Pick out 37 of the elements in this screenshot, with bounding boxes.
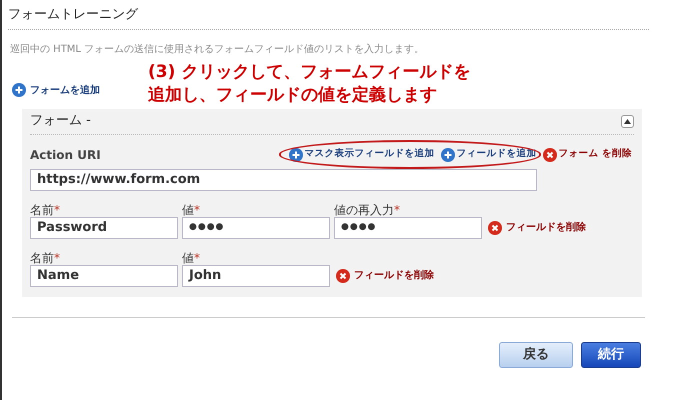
required-mark: * <box>194 202 200 216</box>
remove-form-link[interactable]: フォーム を削除 <box>558 147 632 162</box>
collapse-button[interactable] <box>621 114 634 128</box>
required-mark: * <box>194 250 200 264</box>
remove-field-link[interactable]: フィールドを削除 <box>506 220 586 235</box>
input-field[interactable]: John <box>182 264 330 286</box>
plus-icon <box>288 148 303 162</box>
required-mark: * <box>394 202 400 216</box>
field-label: 名前 <box>30 250 54 264</box>
back-button[interactable]: 戻る <box>499 342 573 368</box>
page-title: フォームトレーニング <box>8 5 649 30</box>
action-uri-label: Action URI <box>30 146 101 164</box>
field-label: 値 <box>182 250 194 264</box>
remove-icon <box>488 220 502 234</box>
required-mark: * <box>54 250 60 264</box>
input-field[interactable]: Name <box>30 264 178 286</box>
password-field[interactable]: ●●●● <box>334 216 482 238</box>
annotation-text: (3) クリックして、フォームフィールドを <box>148 60 470 84</box>
field-label: 名前 <box>30 202 54 216</box>
action-uri-field[interactable]: https://www.form.com <box>30 168 537 190</box>
add-form-link[interactable]: フォームを追加 <box>30 82 100 98</box>
input-field[interactable]: Password <box>30 216 178 238</box>
caret-icon <box>624 118 631 124</box>
description: 巡回中の HTML フォームの送信に使用されるフォームフィールド値のリストを入力します。 <box>9 42 426 56</box>
form-title: フォーム - <box>30 112 91 130</box>
add-field-link[interactable]: マスク表示フィールドを追加 <box>304 147 435 162</box>
remove-field-link[interactable]: フィールドを削除 <box>354 268 434 283</box>
remove-icon <box>542 148 557 162</box>
password-field[interactable]: ●●●● <box>182 216 330 238</box>
remove-icon <box>336 268 350 282</box>
continue-button[interactable]: 続行 <box>581 342 641 368</box>
plus-icon <box>12 83 26 97</box>
required-mark: * <box>54 202 60 216</box>
field-label: 値 <box>182 202 194 216</box>
plus-icon <box>440 148 455 162</box>
field-label: 値の再入力 <box>334 202 394 216</box>
annotation-text: 追加し、フィールドの値を定義します <box>148 84 438 106</box>
